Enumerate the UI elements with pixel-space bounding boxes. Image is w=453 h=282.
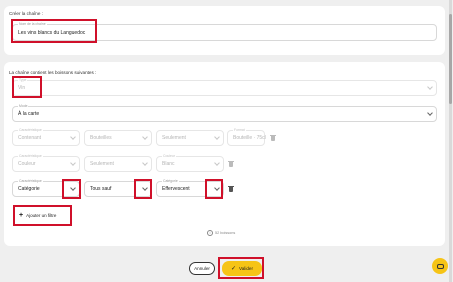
result-count: i 52 boissons [207,230,235,236]
filter2-characteristic-select[interactable]: Caractéristique Couleur [12,154,80,172]
cancel-button[interactable]: Annuler [189,262,215,275]
filter3-category-value: Effervescent [162,186,190,192]
filter3-characteristic-select[interactable]: Caractéristique Catégorie [12,179,80,197]
chain-name-field[interactable]: Nom de la chaîne Les vins blancs du Lang… [12,22,437,41]
chevron-down-icon [427,84,433,90]
chevron-down-icon[interactable] [142,185,148,191]
filter1-scope-select[interactable]: Seulement [156,130,224,146]
filter3-operator-value: Tous sauf [90,186,112,192]
filter1-characteristic-value: Contenant [18,135,42,141]
filter2-color-label: Couleur [162,154,176,158]
validate-label: Valider [239,266,253,271]
drink-type-label: Type [18,78,28,82]
drink-type-select[interactable]: Type Vin [12,78,437,96]
chevron-down-icon [70,160,76,166]
check-icon: ✓ [231,266,237,272]
filter2-color-value: Blanc [162,161,175,167]
chat-button[interactable] [432,258,448,274]
filter1-characteristic-label: Caractéristique [18,128,43,132]
chevron-down-icon [214,134,220,140]
mode-select[interactable]: Mode À la carte [12,104,437,122]
add-filter-button[interactable]: + Ajouter un filtre [13,206,70,224]
filter2-characteristic-label: Caractéristique [18,154,43,158]
filter2-characteristic-value: Couleur [18,161,36,167]
filter1-trash-icon[interactable] [270,134,276,141]
chevron-down-icon [70,134,76,140]
chevron-down-icon[interactable] [70,185,76,191]
chevron-down-icon [214,160,220,166]
filter1-scope-value: Seulement [162,135,186,141]
filter1-format-value: Bouteille · 75cl [233,135,266,141]
create-chain-title: Créer la chaîne : [9,11,43,16]
filter1-characteristic-select[interactable]: Caractéristique Contenant [12,128,80,146]
filter3-category-label: Catégorie [162,179,179,183]
filter1-format-label: Format [233,128,246,132]
filter3-characteristic-label: Caractéristique [18,179,43,183]
filter1-operator-value: Bouteilles [90,135,112,141]
add-filter-label: Ajouter un filtre [26,212,57,218]
chain-name-value: Les vins blancs du Languedoc [18,29,86,36]
drink-type-value: Vin [18,85,26,91]
filter3-operator-select[interactable]: Tous sauf [84,181,152,197]
scrollbar-thumb[interactable] [449,14,452,104]
filter2-trash-icon[interactable] [228,160,234,167]
validate-button[interactable]: ✓ Valider [222,261,262,276]
mode-label: Mode [18,104,29,108]
result-count-text: 52 boissons [215,231,236,235]
filter1-operator-select[interactable]: Bouteilles [84,130,152,146]
filter3-characteristic-value: Catégorie [18,186,40,192]
chain-content-title: La chaîne contient les boissons suivante… [9,70,97,75]
mode-value: À la carte [18,111,40,117]
chevron-down-icon[interactable] [214,185,220,191]
filter3-trash-icon[interactable] [228,185,234,192]
page-scrollbar[interactable] [449,0,452,282]
chevron-down-icon [142,134,148,140]
chain-name-label: Nom de la chaîne [18,22,47,26]
filter2-operator-value: Seulement [90,161,114,167]
chevron-down-icon [142,160,148,166]
chevron-down-icon [427,110,433,116]
filter2-color-select[interactable]: Couleur Blanc [156,154,224,172]
plus-icon: + [19,211,24,219]
chat-bubble-icon [436,263,444,269]
filter1-format-select[interactable]: Format Bouteille · 75cl [227,128,266,146]
filter2-operator-select[interactable]: Seulement [84,156,152,172]
info-icon: i [207,230,213,236]
filter3-category-select[interactable]: Catégorie Effervescent [156,179,224,197]
